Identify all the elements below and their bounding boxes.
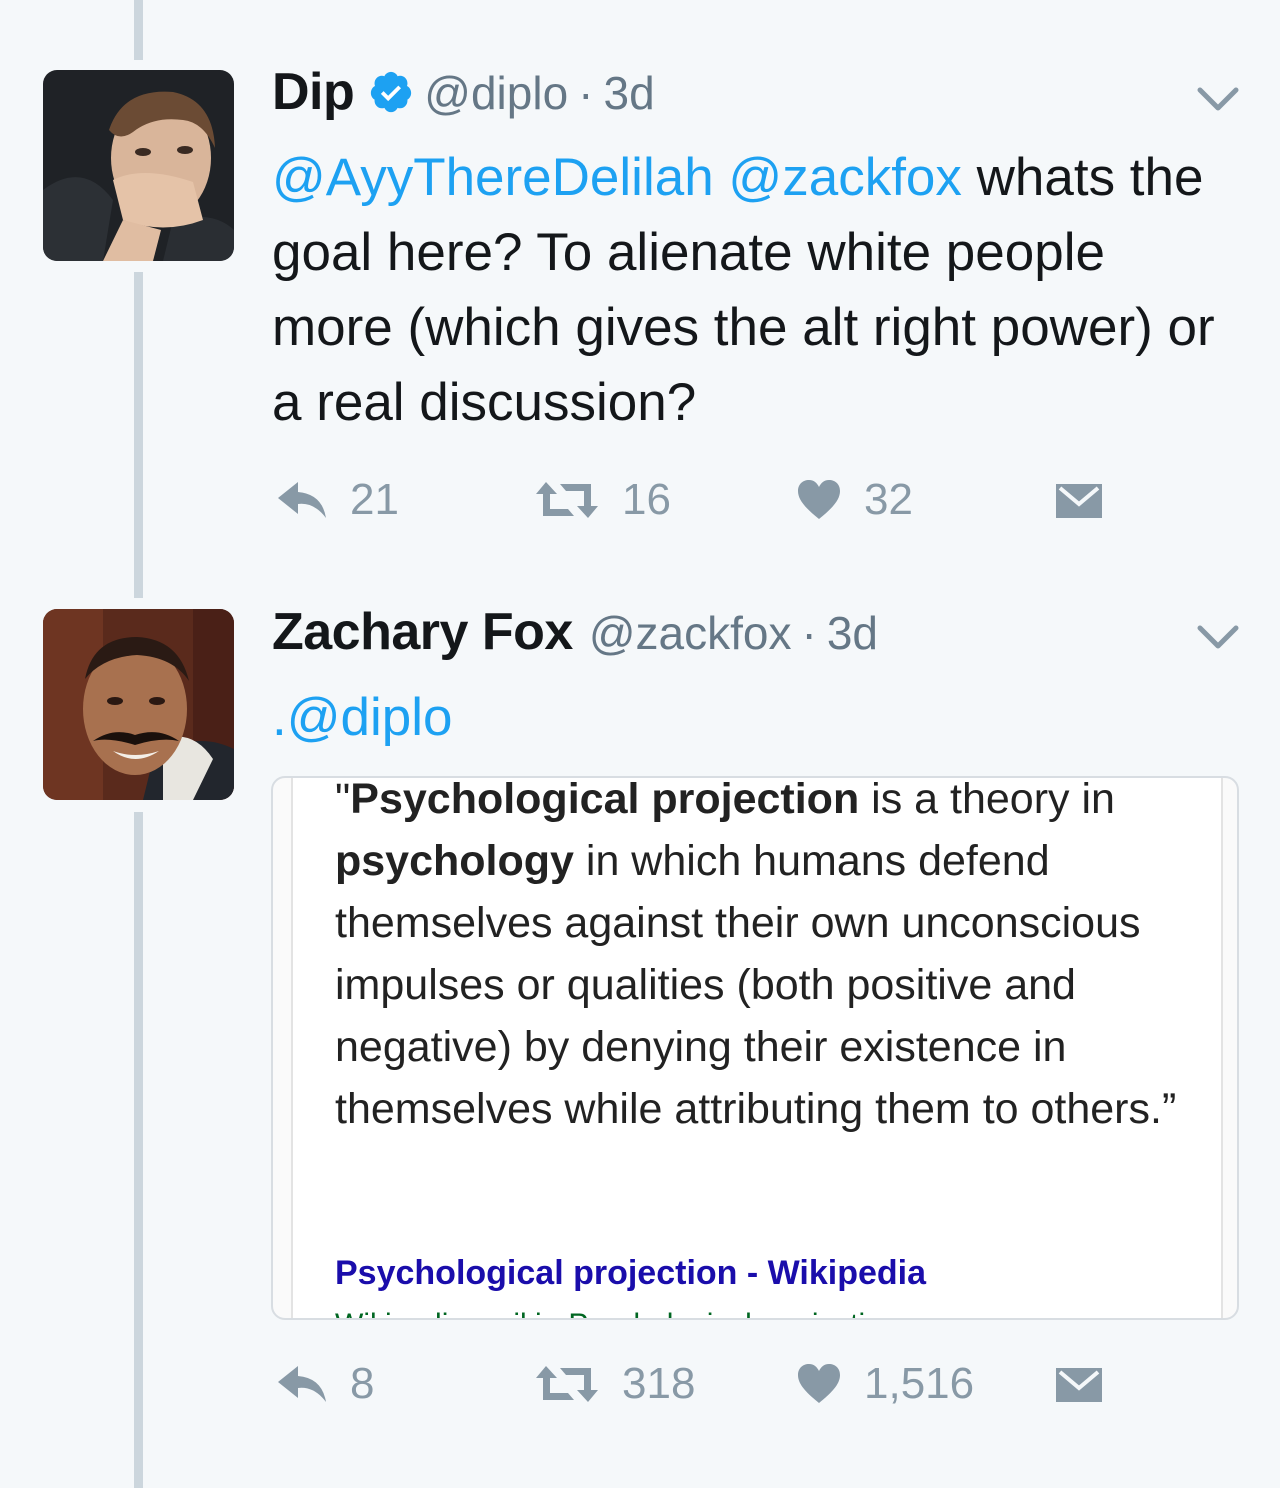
media-card[interactable]: "Psychological projection is a theory in…: [271, 776, 1239, 1320]
thread-line-bottom: [134, 812, 143, 1488]
retweet-button[interactable]: 318: [534, 1354, 695, 1414]
retweet-icon: [536, 482, 598, 518]
thread-line-middle: [134, 272, 143, 598]
chevron-down-icon[interactable]: [1196, 622, 1240, 652]
like-icon: [798, 1364, 840, 1403]
definition-quote: "Psychological projection is a theory in…: [335, 776, 1195, 1140]
separator-dot: ·: [578, 67, 594, 119]
timestamp[interactable]: 3d: [603, 66, 654, 120]
like-button[interactable]: 32: [796, 470, 913, 530]
screenshot-image: "Psychological projection is a theory in…: [291, 776, 1223, 1318]
mention-link[interactable]: @zackfox: [728, 148, 961, 207]
reply-count: 21: [350, 475, 399, 524]
mention-link[interactable]: @AyyThereDelilah: [272, 148, 714, 207]
dm-icon: [1056, 1368, 1102, 1402]
quote-term: psychology: [335, 837, 574, 885]
reply-button[interactable]: 8: [276, 1354, 374, 1414]
avatar-zackfox[interactable]: [43, 609, 234, 800]
separator-dot: ·: [801, 607, 817, 659]
tweet-actions: 21 16 32: [272, 470, 1232, 530]
tweet-actions: 8 318 1,516: [272, 1354, 1232, 1414]
quote-open: ": [335, 776, 351, 823]
display-name[interactable]: Zachary Fox: [272, 602, 573, 662]
reply-icon: [278, 482, 326, 518]
reply-icon: [278, 1366, 326, 1402]
dm-button[interactable]: [1054, 1354, 1104, 1414]
chevron-down-icon[interactable]: [1196, 84, 1240, 114]
like-count: 32: [864, 475, 913, 524]
thread-line-top: [134, 0, 143, 60]
like-button[interactable]: 1,516: [796, 1354, 974, 1414]
tweet-header: Zachary Fox @zackfox · 3d: [272, 602, 878, 662]
display-name[interactable]: Dip: [272, 62, 355, 122]
like-icon: [798, 480, 840, 519]
user-handle[interactable]: @zackfox: [589, 606, 792, 660]
timestamp[interactable]: 3d: [827, 606, 878, 660]
like-count: 1,516: [864, 1359, 975, 1408]
retweet-count: 16: [622, 475, 671, 524]
tweet-header: Dip @diplo · 3d: [272, 62, 655, 122]
dm-icon: [1056, 484, 1102, 518]
wikipedia-link-url: Wikipedia › wiki › Psychological_project…: [335, 1308, 899, 1318]
reply-button[interactable]: 21: [276, 470, 399, 530]
quote-text: is a theory in: [859, 776, 1115, 823]
tweet-prefix: .: [272, 688, 287, 747]
mention-link[interactable]: @diplo: [287, 688, 453, 747]
retweet-count: 318: [622, 1359, 696, 1408]
quote-term: Psychological projection: [350, 776, 860, 823]
avatar-diplo[interactable]: [43, 70, 234, 261]
verified-badge-icon: [368, 69, 414, 120]
tweet-text: @AyyThereDelilah @zackfox whats the goal…: [272, 140, 1232, 440]
dm-button[interactable]: [1054, 470, 1104, 530]
tweet-text: .@diplo: [272, 680, 1232, 755]
retweet-button[interactable]: 16: [534, 470, 671, 530]
wikipedia-link-title: Psychological projection - Wikipedia: [335, 1254, 927, 1292]
reply-count: 8: [350, 1359, 375, 1408]
retweet-icon: [536, 1366, 598, 1402]
user-handle[interactable]: @diplo: [424, 66, 568, 120]
